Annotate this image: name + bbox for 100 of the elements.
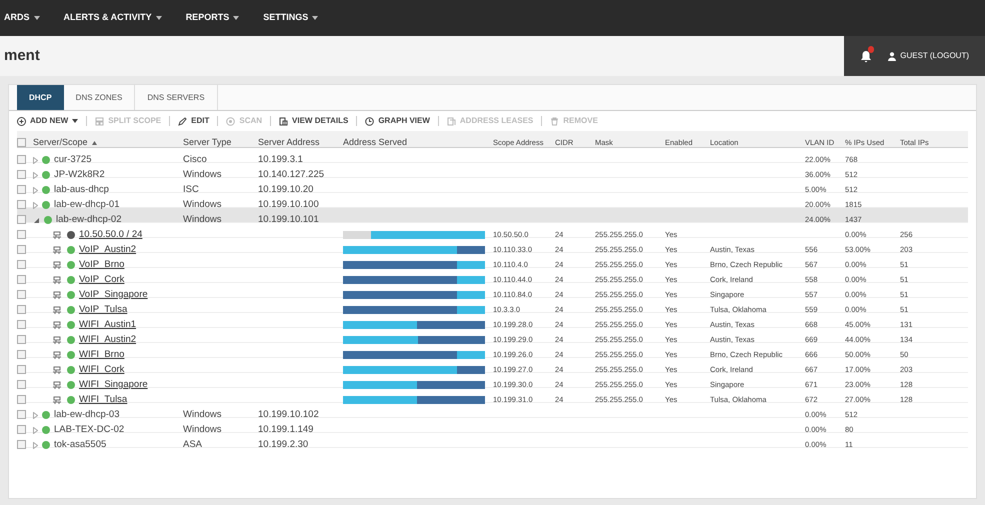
checkbox[interactable] xyxy=(17,200,26,209)
scope-link[interactable]: VoIP_Tulsa xyxy=(79,302,128,318)
network-icon xyxy=(53,380,63,390)
expand-icon[interactable] xyxy=(33,202,38,208)
toolbar-button[interactable]: VIEW DETAILS xyxy=(279,115,348,127)
caret-icon xyxy=(72,119,78,123)
table-cell-text: ISC xyxy=(183,182,199,197)
table-cell-text: 10.199.10.20 xyxy=(258,182,314,197)
checkbox[interactable] xyxy=(17,245,26,254)
sort-ascending-icon xyxy=(92,141,97,145)
table-cell-text: 10.199.10.102 xyxy=(258,408,319,422)
table-cell-text: Windows xyxy=(183,212,222,227)
pencil-icon xyxy=(178,116,188,126)
checkbox[interactable] xyxy=(17,290,26,299)
network-icon xyxy=(53,350,63,360)
page-title: ment xyxy=(3,46,40,66)
checkbox[interactable] xyxy=(17,230,26,239)
checkbox[interactable] xyxy=(17,260,26,269)
expand-icon[interactable] xyxy=(33,156,38,164)
server-name: lab-aus-dhcp xyxy=(54,182,109,197)
scope-link[interactable]: WIFI_Singapore xyxy=(79,378,148,392)
table-cell-text: Windows xyxy=(183,408,222,422)
checkbox[interactable] xyxy=(17,320,26,329)
toolbar-button[interactable]: ADD NEW xyxy=(17,115,78,127)
table-cell-text: 10.199.3.1 xyxy=(258,152,303,167)
table-cell-text: Windows xyxy=(183,198,222,212)
expand-icon[interactable] xyxy=(33,442,38,448)
server-name: lab-ew-dhcp-01 xyxy=(54,198,120,212)
network-icon xyxy=(53,290,63,300)
user-icon xyxy=(888,52,896,60)
expand-icon[interactable] xyxy=(33,426,38,434)
toolbar-button[interactable]: GRAPH VIEW xyxy=(365,115,430,127)
nav-menu[interactable]: ALERTS & ACTIVITY xyxy=(64,11,162,25)
table-cell-text: Windows xyxy=(183,422,222,437)
network-icon xyxy=(53,396,63,404)
checkbox[interactable] xyxy=(17,440,26,449)
caret-icon xyxy=(233,16,240,20)
column-header[interactable]: Server Address xyxy=(258,136,320,150)
checkbox[interactable] xyxy=(17,155,26,164)
checkbox[interactable] xyxy=(17,305,26,314)
scope-link[interactable]: VoIP_Brno xyxy=(79,258,124,272)
scope-link[interactable]: WIFI_Austin1 xyxy=(79,318,136,332)
nav-menu[interactable]: REPORTS xyxy=(186,11,240,25)
server-name: LAB-TEX-DC-02 xyxy=(54,422,124,437)
server-name: lab-ew-dhcp-03 xyxy=(54,408,120,422)
server-name: tok-asa5505 xyxy=(54,438,106,452)
tab[interactable]: DHCP xyxy=(17,85,64,110)
network-icon xyxy=(53,366,63,374)
checkbox[interactable] xyxy=(17,275,26,284)
caret-icon xyxy=(312,16,318,20)
scope-link[interactable]: VoIP_Singapore xyxy=(79,288,148,302)
network-icon xyxy=(53,260,63,270)
scope-link[interactable]: VoIP_Austin2 xyxy=(79,242,136,258)
scope-link[interactable]: WIFI_Cork xyxy=(79,362,124,378)
network-icon xyxy=(53,246,63,254)
network-icon xyxy=(53,306,63,314)
checkbox[interactable] xyxy=(17,350,26,359)
network-icon xyxy=(53,320,63,330)
user-logout-link[interactable]: GUEST (LOGOUT) xyxy=(888,50,969,62)
expand-icon[interactable] xyxy=(33,172,38,178)
table-cell-text: 10.199.2.30 xyxy=(258,438,308,452)
checkbox[interactable] xyxy=(17,395,26,404)
table-cell-text: 10.140.127.225 xyxy=(258,168,324,182)
caret-icon xyxy=(156,16,162,20)
table-cell-text: 10.199.1.149 xyxy=(258,422,314,437)
caret-icon xyxy=(34,16,40,20)
checkbox[interactable] xyxy=(17,185,26,194)
nav-menu[interactable]: SETTINGS xyxy=(263,11,318,25)
checkbox[interactable] xyxy=(17,335,26,344)
scope-link[interactable]: WIFI_Tulsa xyxy=(79,392,128,408)
toolbar-button[interactable]: EDIT xyxy=(178,115,210,127)
expand-icon[interactable] xyxy=(33,186,38,194)
nav-menu[interactable]: ARDS xyxy=(4,11,40,25)
checkbox[interactable] xyxy=(17,365,26,374)
column-header[interactable]: Address Served xyxy=(343,136,408,150)
scope-link[interactable]: VoIP_Cork xyxy=(79,272,124,288)
add-icon xyxy=(17,116,26,126)
checkbox[interactable] xyxy=(17,138,26,147)
scope-link[interactable]: WIFI_Austin2 xyxy=(79,332,136,348)
checkbox[interactable] xyxy=(17,215,26,224)
scope-link[interactable]: WIFI_Brno xyxy=(79,348,124,362)
table-cell-text: ASA xyxy=(183,438,202,452)
server-name: JP-W2k8R2 xyxy=(54,168,105,182)
clock-icon xyxy=(365,116,374,126)
tab[interactable]: DNS ZONES xyxy=(64,85,136,110)
scope-link[interactable]: 10.50.50.0 / 24 xyxy=(79,228,142,242)
table-cell-text: 10.199.10.100 xyxy=(258,198,319,212)
expand-icon[interactable] xyxy=(33,412,38,418)
checkbox[interactable] xyxy=(17,170,26,179)
column-header[interactable]: Server/Scope xyxy=(33,136,97,150)
table-cell-text: 10.199.10.101 xyxy=(258,212,319,227)
network-icon xyxy=(53,276,63,284)
checkbox[interactable] xyxy=(17,425,26,434)
table-cell-text: Windows xyxy=(183,168,222,182)
scan-icon xyxy=(226,116,236,126)
column-header[interactable]: Server Type xyxy=(183,136,232,150)
checkbox[interactable] xyxy=(17,380,26,389)
collapse-icon[interactable] xyxy=(33,216,40,224)
checkbox[interactable] xyxy=(17,410,26,419)
tab[interactable]: DNS SERVERS xyxy=(135,85,218,110)
